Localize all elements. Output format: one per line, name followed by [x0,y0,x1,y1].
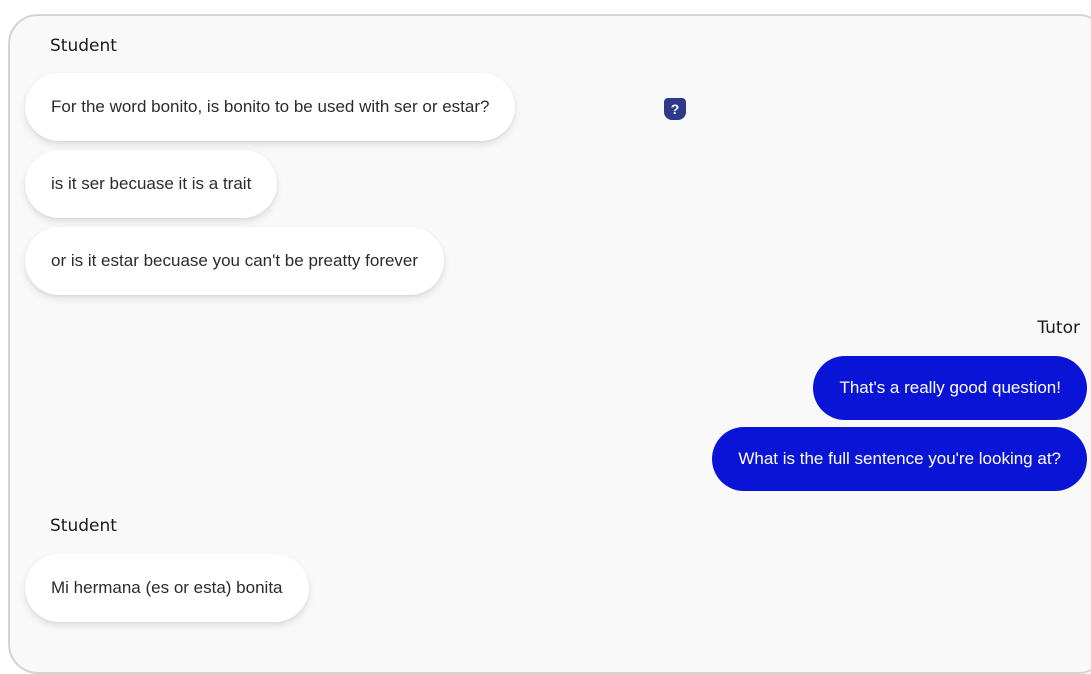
student-message: is it ser becuase it is a trait [25,150,278,218]
tutor-message: That's a really good question! [813,356,1087,420]
student-message: For the word bonito, is bonito to be use… [25,73,516,141]
student-message: Mi hermana (es or esta) bonita [25,554,309,622]
sender-label-student: Student [50,516,117,536]
chat-window: Student For the word bonito, is bonito t… [8,14,1091,674]
student-message: or is it estar becuase you can't be prea… [25,227,445,295]
tutor-message: What is the full sentence you're looking… [712,427,1087,491]
question-badge-icon[interactable]: ? [664,98,686,120]
sender-label-tutor: Tutor [1037,318,1080,338]
sender-label-student: Student [50,36,117,56]
